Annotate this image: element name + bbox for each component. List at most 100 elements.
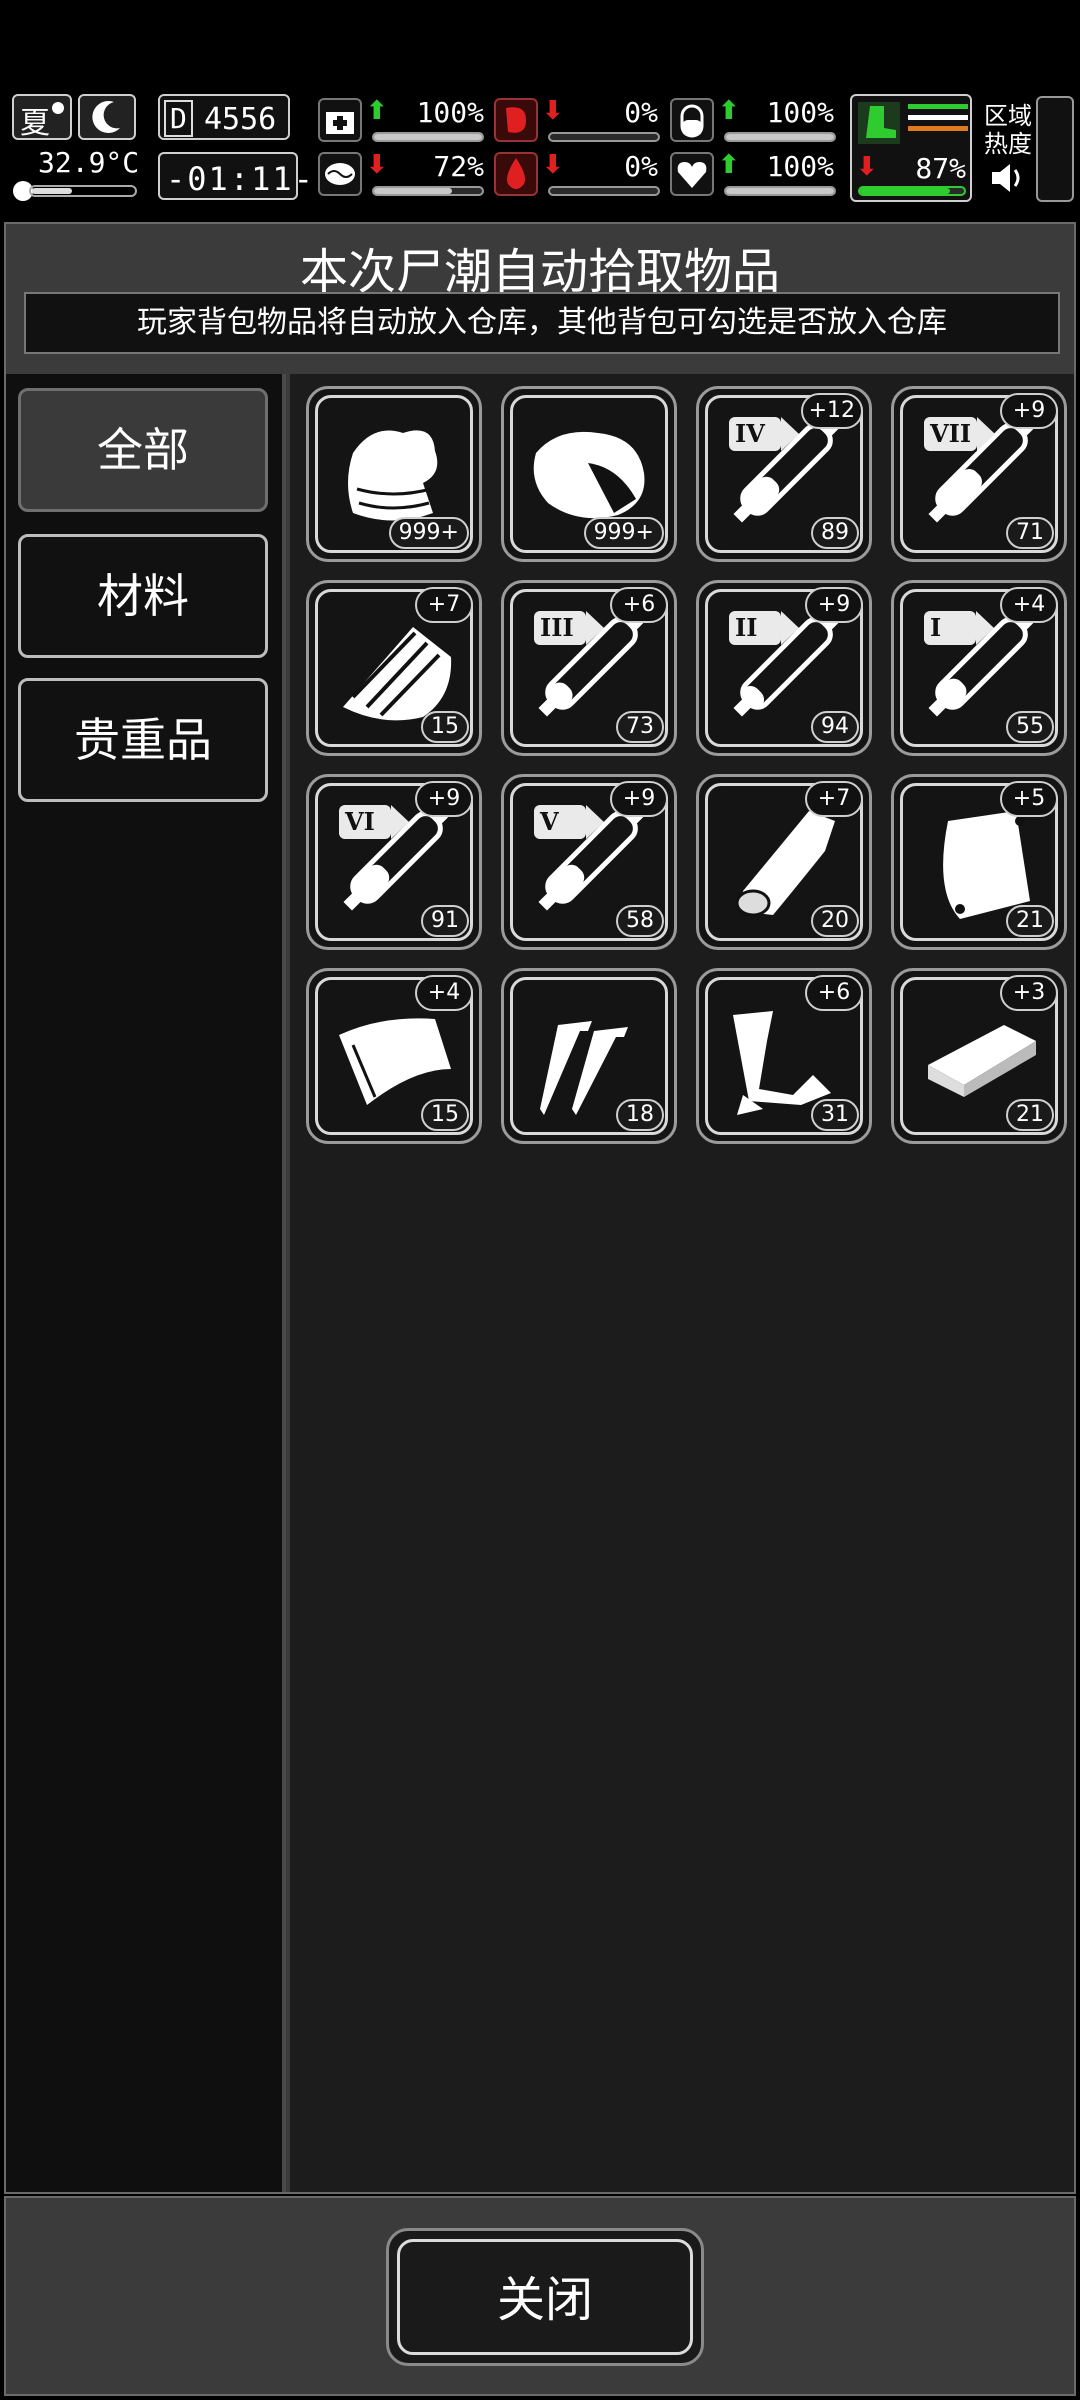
speaker-icon[interactable] <box>988 160 1028 196</box>
item-count: 89 <box>811 517 859 549</box>
tab-all[interactable]: 全部 <box>18 388 268 512</box>
tier-badge: II <box>729 611 799 645</box>
tier-badge: VII <box>924 417 996 451</box>
item-slot[interactable]: +3 21 <box>891 968 1067 1144</box>
bonus-badge: +6 <box>610 587 668 623</box>
tab-all-label: 全部 <box>97 423 189 477</box>
stomach-icon <box>494 98 538 142</box>
auto-pickup-panel: 本次尸潮自动拾取物品 玩家背包物品将自动放入仓库，其他背包可勾选是否放入仓库 全… <box>4 222 1076 2194</box>
item-slot[interactable]: 18 <box>501 968 677 1144</box>
bonus-badge: +4 <box>415 975 473 1011</box>
medicine-bar <box>724 132 836 142</box>
item-count: 15 <box>421 711 469 743</box>
heart-bar <box>724 186 836 196</box>
item-slot[interactable]: IV +12 89 <box>696 386 872 562</box>
footer-bar: 关闭 <box>4 2196 1076 2396</box>
item-count: 71 <box>1006 517 1054 549</box>
item-count: 20 <box>811 905 859 937</box>
medicine-value: 100% <box>766 96 834 129</box>
tier-badge: I <box>924 611 994 645</box>
brain-icon <box>318 152 362 196</box>
item-slot[interactable]: V +9 58 <box>501 774 677 950</box>
tab-valuables-label: 贵重品 <box>74 713 212 767</box>
tier-badge: V <box>534 805 604 839</box>
zone-heat-meter <box>1036 96 1074 202</box>
stamina-bar <box>858 186 966 196</box>
boot-icon <box>858 102 900 144</box>
day-counter-box: D 4556 <box>158 94 290 140</box>
heart-value: 100% <box>766 150 834 183</box>
bonus-badge: +3 <box>1000 975 1058 1011</box>
item-slot[interactable]: VI +9 91 <box>306 774 482 950</box>
bonus-badge: +12 <box>800 393 863 429</box>
tier-badge: III <box>534 611 604 645</box>
heart-icon <box>670 152 714 196</box>
item-count: 91 <box>421 905 469 937</box>
bonus-badge: +9 <box>415 781 473 817</box>
thirst-bar <box>548 186 660 196</box>
item-count: 15 <box>421 1099 469 1131</box>
stamina-value: 87% <box>915 152 966 185</box>
clock-readout: -01:11- <box>166 160 315 198</box>
item-slot[interactable]: II +9 94 <box>696 580 872 756</box>
health-bar <box>372 132 484 142</box>
bonus-badge: +9 <box>1000 393 1058 429</box>
item-slot[interactable]: VII +9 71 <box>891 386 1067 562</box>
moon-badge <box>78 94 136 140</box>
tab-materials-label: 材料 <box>97 569 189 623</box>
day-prefix: D <box>164 100 193 137</box>
close-button-label: 关闭 <box>397 2239 693 2355</box>
stamina-stripes <box>908 104 968 131</box>
blood-drop-icon <box>494 152 538 196</box>
item-slot[interactable]: 999+ <box>501 386 677 562</box>
health-value: 100% <box>416 96 484 129</box>
tier-badge: VI <box>339 805 409 839</box>
thirst-value: 0% <box>624 150 658 183</box>
item-slot[interactable]: +5 21 <box>891 774 1067 950</box>
tier-badge: IV <box>729 417 799 451</box>
clock-box: -01:11- <box>158 152 313 200</box>
item-slot[interactable]: +6 31 <box>696 968 872 1144</box>
tab-materials[interactable]: 材料 <box>18 534 268 658</box>
pill-icon <box>670 98 714 142</box>
season-label: 夏 <box>20 106 50 141</box>
bonus-badge: +9 <box>610 781 668 817</box>
status-hud: 夏 32.9°C D 4556 -01:11- ⬆ 100% ⬇ 0% ⬆ 10… <box>0 90 1080 210</box>
stamina-panel: ⬇ 87% <box>850 94 972 202</box>
bonus-badge: +7 <box>805 781 863 817</box>
item-count: 55 <box>1006 711 1054 743</box>
panel-subtitle: 玩家背包物品将自动放入仓库，其他背包可勾选是否放入仓库 <box>24 292 1060 354</box>
medkit-icon <box>318 98 362 142</box>
close-button[interactable]: 关闭 <box>386 2228 704 2366</box>
item-slot[interactable]: 999+ <box>306 386 482 562</box>
item-count: 58 <box>616 905 664 937</box>
bonus-badge: +6 <box>805 975 863 1011</box>
mental-bar <box>372 186 484 196</box>
bonus-badge: +5 <box>1000 781 1058 817</box>
bonus-badge: +4 <box>1000 587 1058 623</box>
item-grid: 999+ 999+ IV +12 89 VII +9 71 +7 15 III +6 73 II +9 94 I… <box>290 374 1074 2192</box>
item-count: 18 <box>616 1099 664 1131</box>
item-slot[interactable]: +4 15 <box>306 968 482 1144</box>
item-slot[interactable]: +7 20 <box>696 774 872 950</box>
item-count: 999+ <box>583 517 664 549</box>
moon-icon <box>92 100 120 133</box>
zone-heat-label: 区域 热度 <box>984 102 1032 158</box>
item-count: 73 <box>616 711 664 743</box>
item-slot[interactable]: I +4 55 <box>891 580 1067 756</box>
day-counter: 4556 <box>204 102 277 137</box>
item-count: 31 <box>811 1099 859 1131</box>
sun-icon <box>52 102 64 114</box>
tab-valuables[interactable]: 贵重品 <box>18 678 268 802</box>
hunger-bar <box>548 132 660 142</box>
item-slot[interactable]: +7 15 <box>306 580 482 756</box>
category-sidebar: 全部 材料 贵重品 <box>6 374 286 2192</box>
temperature-readout: 32.9°C <box>38 146 140 179</box>
item-count: 21 <box>1006 905 1054 937</box>
item-count: 21 <box>1006 1099 1054 1131</box>
item-slot[interactable]: III +6 73 <box>501 580 677 756</box>
item-count: 999+ <box>388 517 469 549</box>
thermometer-icon <box>13 181 137 201</box>
bonus-badge: +9 <box>805 587 863 623</box>
hunger-value: 0% <box>624 96 658 129</box>
